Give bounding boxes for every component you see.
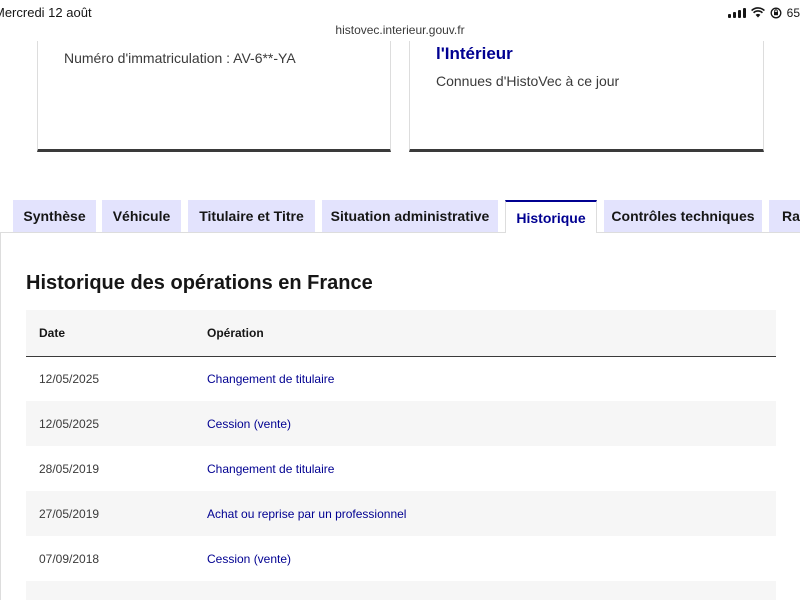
- battery-level: 65: [786, 5, 800, 20]
- section-title: Historique des opérations en France: [26, 272, 373, 294]
- tab-situation-administrative[interactable]: Situation administrative: [322, 200, 498, 232]
- tab-controles-techniques[interactable]: Contrôles techniques: [604, 200, 762, 232]
- ministry-card: l'Intérieur Connues d'HistoVec à ce jour: [409, 41, 764, 152]
- row-operation: Achat ou reprise par un professionnel: [194, 491, 776, 536]
- ministry-card-subtitle: Connues d'HistoVec à ce jour: [436, 73, 620, 89]
- row-date: 12/05/2025: [39, 371, 100, 386]
- row-operation: Cession (vente): [194, 401, 776, 446]
- table-header-row: Date Opération: [26, 310, 776, 357]
- row-operation: Changement de titulaire: [207, 371, 335, 386]
- table-row: 12/05/2025 Cession (vente): [26, 401, 776, 446]
- registration-card: Numéro d'immatriculation : AV-6**-YA: [37, 41, 391, 152]
- row-date: 12/05/2025: [26, 401, 194, 446]
- history-table: Date Opération 12/05/2025 Changement de …: [26, 310, 776, 600]
- status-icons: 65: [727, 5, 800, 20]
- column-header-date: Date: [26, 310, 194, 357]
- orientation-lock-icon: [770, 7, 782, 19]
- history-panel: Historique des opérations en France Date…: [0, 233, 800, 600]
- ministry-card-title: l'Intérieur: [436, 44, 513, 63]
- row-date: 27/05/2019: [26, 491, 194, 536]
- table-row: 12/05/2025 Changement de titulaire: [26, 356, 776, 401]
- row-operation: Cession (vente): [207, 551, 292, 566]
- status-bar: Mercredi 12 août 65: [0, 0, 800, 24]
- table-row: 28/05/2019 Changement de titulaire: [26, 446, 776, 491]
- tab-historique[interactable]: Historique: [505, 200, 597, 233]
- row-operation: Changement de titulaire: [207, 461, 335, 476]
- row-date: 28/05/2019: [39, 461, 100, 476]
- tab-rapport[interactable]: Ra: [769, 200, 800, 232]
- url-bar[interactable]: histovec.interieur.gouv.fr: [0, 23, 800, 41]
- wifi-icon: [750, 7, 765, 18]
- table-row: 07/09/2018 Cession (vente): [26, 536, 776, 581]
- tab-vehicule[interactable]: Véhicule: [102, 200, 181, 232]
- status-time: Mercredi 12 août: [0, 5, 92, 20]
- table-row: 27/05/2019 Achat ou reprise par un profe…: [26, 491, 776, 536]
- tab-synthese[interactable]: Synthèse: [13, 200, 96, 232]
- row-date: [26, 581, 194, 600]
- column-header-operation: Opération: [194, 310, 776, 357]
- tab-list: Synthèse Véhicule Titulaire et Titre Sit…: [0, 200, 800, 233]
- tab-titulaire-et-titre[interactable]: Titulaire et Titre: [188, 200, 315, 232]
- table-row: [26, 581, 776, 600]
- signal-icon: [727, 7, 746, 18]
- registration-number: Numéro d'immatriculation : AV-6**-YA: [64, 50, 296, 66]
- row-date: 07/09/2018: [39, 551, 100, 566]
- row-operation: [194, 581, 776, 600]
